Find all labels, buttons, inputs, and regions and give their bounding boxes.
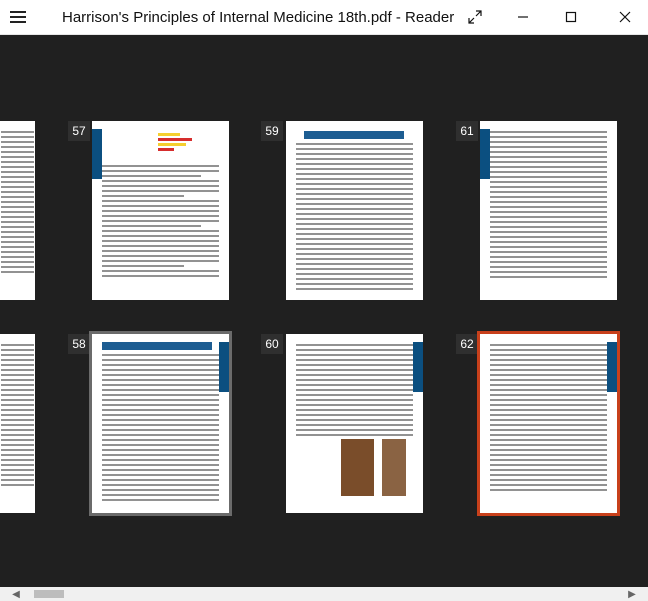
horizontal-scrollbar[interactable]: ◀ ▶ [0,587,648,601]
page-thumbnail-59[interactable] [286,121,423,300]
page-side-bar [607,342,617,392]
page-number-badge: 61 [456,121,478,141]
hamburger-menu-icon[interactable] [10,8,28,26]
page-number-badge: 59 [261,121,283,141]
page-side-bar [413,342,423,392]
page-side-bar [92,129,102,179]
page-side-bar [480,129,490,179]
table-header [102,342,212,350]
page-thumbnail-57[interactable] [92,121,229,300]
page-number-badge: 58 [68,334,90,354]
partial-page-thumbnail[interactable] [0,334,35,513]
table-header [304,131,404,139]
maximize-button[interactable] [548,0,594,34]
scroll-left-icon[interactable]: ◀ [10,588,22,600]
expand-icon [468,10,482,24]
page-thumbnail-60[interactable] [286,334,423,513]
page-side-bar [219,342,229,392]
chart-figure [150,131,210,159]
thumbnail-grid: 57 59 61 58 60 62 [0,35,648,587]
page-number-badge: 57 [68,121,90,141]
scroll-right-icon[interactable]: ▶ [626,588,638,600]
partial-page-thumbnail[interactable] [0,121,35,300]
close-icon [619,11,631,23]
reader-window: Harrison's Principles of Internal Medici… [0,0,648,601]
titlebar: Harrison's Principles of Internal Medici… [0,0,648,35]
minimize-button[interactable] [500,0,546,34]
maximize-icon [565,11,577,23]
window-title: Harrison's Principles of Internal Medici… [62,9,455,26]
page-thumbnail-58[interactable] [92,334,229,513]
close-button[interactable] [602,0,648,34]
scroll-thumb[interactable] [34,590,64,598]
minimize-icon [518,16,528,18]
page-thumbnail-62[interactable] [480,334,617,513]
page-number-badge: 60 [261,334,283,354]
page-thumbnail-61[interactable] [480,121,617,300]
page-number-badge: 62 [456,334,478,354]
fullscreen-button[interactable] [452,0,498,34]
